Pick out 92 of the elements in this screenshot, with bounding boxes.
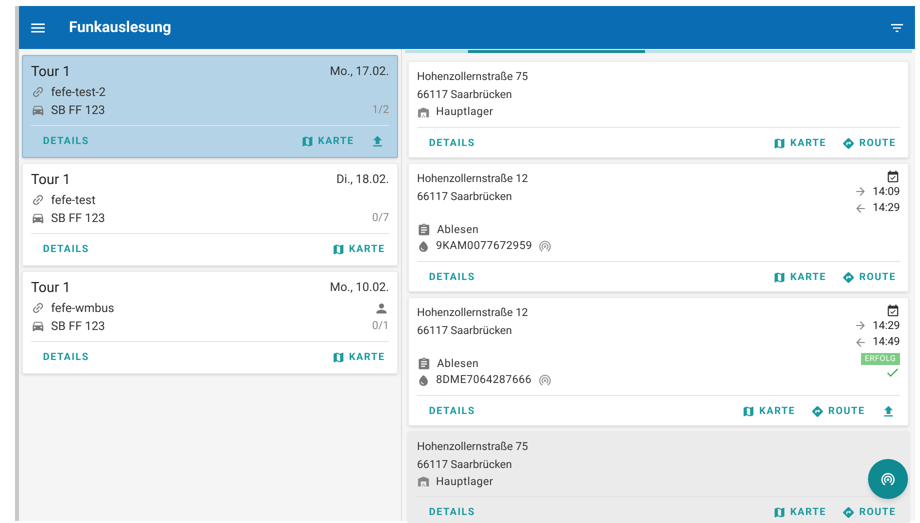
map-button[interactable]: KARTE — [769, 132, 830, 154]
map-icon — [773, 506, 786, 519]
warehouse-icon — [417, 106, 430, 119]
map-icon — [300, 135, 314, 148]
details-button[interactable]: DETAILS — [417, 132, 488, 154]
arrow-left-icon — [854, 336, 867, 349]
meter-number: 9KAM0077672959 — [436, 238, 532, 254]
radio-signal-icon — [880, 471, 896, 487]
map-button[interactable]: KARTE — [328, 238, 389, 261]
task-label: Ablesen — [437, 356, 479, 372]
directions-icon — [811, 404, 824, 418]
arrow-right-icon — [854, 185, 867, 198]
tour-name: Tour 1 — [31, 171, 70, 190]
city-address: 66117 Saarbrücken — [417, 456, 513, 472]
directions-icon — [842, 136, 856, 150]
tour-progress: 0/7 — [372, 210, 389, 226]
water-drop-icon — [417, 374, 430, 387]
status-badge: ERFOLG — [860, 352, 900, 364]
tour-progress: 1/2 — [372, 102, 389, 118]
app-title: Funkauslesung — [69, 17, 172, 38]
map-icon — [332, 351, 345, 364]
details-button[interactable]: DETAILS — [31, 238, 102, 261]
stop-card[interactable]: Hohenzollernstraße 12 66117 Saarbrücken Ablesen 9KAM0077672959 14:09 14:29 DETAILS KARTE ROUTE — [408, 162, 909, 292]
tour-date: Di., 18.02. — [336, 171, 389, 188]
details-button[interactable]: DETAILS — [417, 501, 488, 523]
city-address: 66117 Saarbrücken — [417, 322, 513, 338]
radio-signal-icon — [538, 373, 552, 388]
task-label: Ablesen — [437, 222, 479, 238]
map-button[interactable]: KARTE — [296, 130, 358, 153]
street-address: Hohenzollernstraße 75 — [417, 69, 529, 85]
device-name: fefe-test — [51, 192, 96, 209]
stop-card[interactable]: Hohenzollernstraße 75 66117 Saarbrücken Hauptlager DETAILS KARTE ROUTE — [408, 61, 909, 158]
city-address: 66117 Saarbrücken — [417, 188, 513, 204]
tour-progress: 0/1 — [372, 318, 389, 334]
departure-time: 14:49 — [872, 334, 900, 350]
map-button[interactable]: KARTE — [769, 501, 830, 523]
tour-name: Tour 1 — [31, 63, 70, 82]
details-button[interactable]: DETAILS — [417, 266, 488, 288]
street-address: Hohenzollernstraße 75 — [417, 438, 529, 454]
map-icon — [742, 404, 756, 418]
clipboard-icon — [417, 356, 431, 371]
warehouse-icon — [417, 475, 430, 488]
route-button[interactable]: ROUTE — [838, 132, 900, 154]
calendar-icon — [886, 170, 900, 184]
map-icon — [332, 243, 345, 256]
clipboard-icon — [417, 222, 431, 237]
tour-date: Mo., 10.02. — [330, 279, 389, 296]
upload-icon — [881, 404, 896, 418]
tour-name: Tour 1 — [31, 279, 70, 298]
details-button[interactable]: DETAILS — [31, 130, 102, 153]
tour-card[interactable]: Tour 1 Mo., 17.02. fefe-test-2 SB FF 123 1/2 DETAILS KARTE — [22, 55, 398, 158]
vehicle-plate: SB FF 123 — [51, 102, 106, 119]
vehicle-plate: SB FF 123 — [51, 318, 106, 335]
street-address: Hohenzollernstraße 12 — [417, 304, 529, 320]
street-address: Hohenzollernstraße 12 — [417, 170, 529, 186]
tour-card[interactable]: Tour 1 Mo., 10.02. fefe-wmbus SB FF 123 0/1 DETAILS KARTE — [22, 271, 398, 374]
place-name: Hauptlager — [436, 104, 494, 120]
route-button[interactable]: ROUTE — [838, 501, 900, 523]
route-button[interactable]: ROUTE — [838, 266, 900, 288]
car-icon — [31, 211, 45, 225]
details-button[interactable]: DETAILS — [31, 346, 102, 369]
car-icon — [31, 319, 45, 333]
person-icon — [374, 300, 389, 316]
vehicle-plate: SB FF 123 — [51, 210, 106, 227]
map-button[interactable]: KARTE — [328, 346, 389, 369]
map-button[interactable]: KARTE — [769, 266, 830, 288]
place-name: Hauptlager — [436, 474, 494, 490]
city-address: 66117 Saarbrücken — [417, 87, 513, 103]
water-drop-icon — [417, 240, 430, 253]
car-icon — [31, 103, 45, 117]
device-name: fefe-test-2 — [51, 84, 106, 101]
directions-icon — [842, 270, 856, 284]
map-button[interactable]: KARTE — [738, 400, 800, 422]
arrow-right-icon — [854, 319, 867, 332]
departure-time: 14:29 — [872, 200, 900, 216]
device-name: fefe-wmbus — [51, 300, 114, 317]
arrow-left-icon — [854, 202, 867, 215]
tour-card[interactable]: Tour 1 Di., 18.02. fefe-test SB FF 123 0/7 DETAILS KARTE — [22, 163, 398, 266]
map-icon — [773, 270, 786, 284]
stop-card[interactable]: Hohenzollernstraße 12 66117 Saarbrücken Ablesen 8DME7064287666 14:29 14:49 ERFOLG DETAILS KARTE ROUTE — [408, 296, 909, 426]
tour-date: Mo., 17.02. — [330, 63, 389, 80]
directions-icon — [842, 506, 856, 519]
arrival-time: 14:09 — [872, 184, 900, 200]
upload-icon — [370, 134, 385, 149]
meter-number: 8DME7064287666 — [436, 372, 532, 388]
arrival-time: 14:29 — [872, 318, 900, 334]
calendar-icon — [886, 304, 900, 318]
details-button[interactable]: DETAILS — [417, 400, 488, 422]
stop-card[interactable]: Hohenzollernstraße 75 66117 Saarbrücken Hauptlager DETAILS KARTE ROUTE — [408, 430, 909, 523]
radio-signal-icon — [538, 239, 552, 254]
map-icon — [773, 136, 786, 150]
route-button[interactable]: ROUTE — [807, 400, 869, 422]
